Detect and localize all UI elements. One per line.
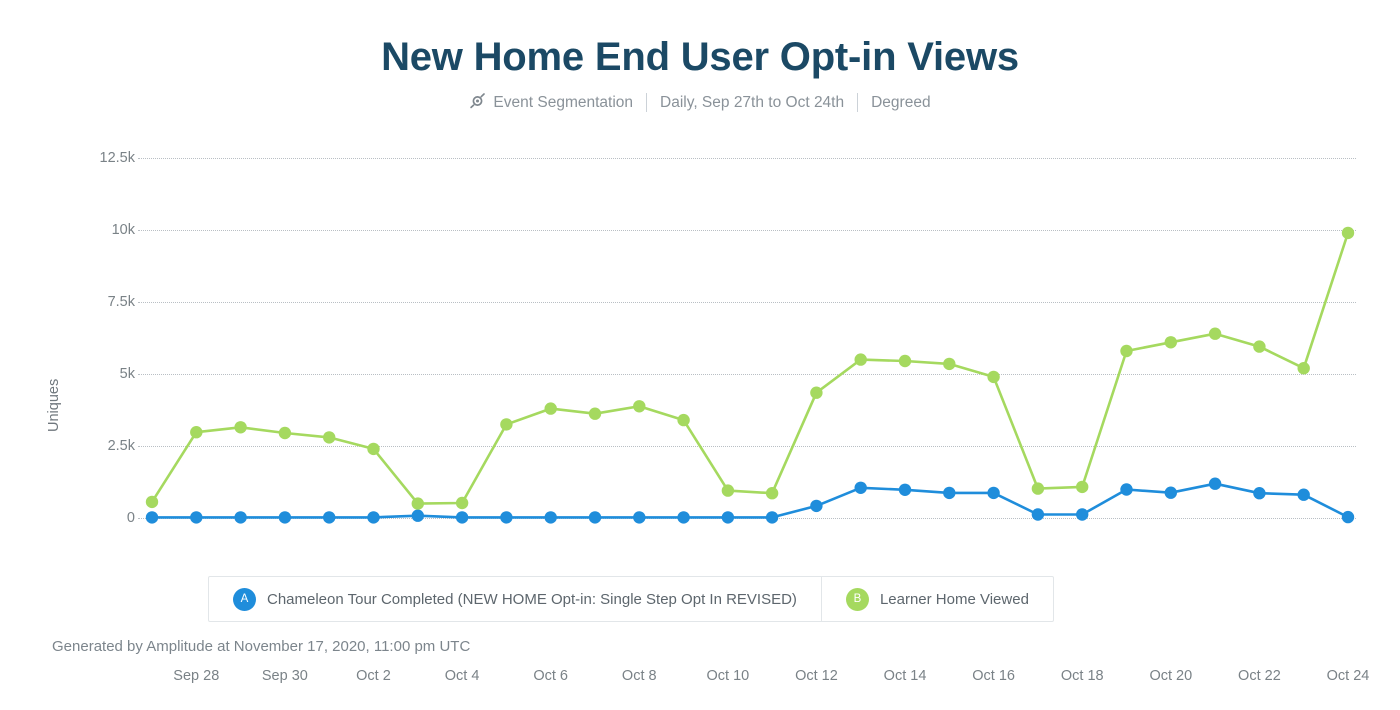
chart-page: New Home End User Opt-in Views Event Seg… — [0, 0, 1400, 710]
chart-subtitle: Event Segmentation Daily, Sep 27th to Oc… — [0, 92, 1400, 113]
data-point[interactable] — [721, 484, 735, 497]
x-tick-label: Sep 28 — [173, 668, 220, 684]
x-tick-label: Sep 30 — [261, 668, 308, 684]
data-point[interactable] — [1341, 226, 1355, 240]
x-tick-label: Oct 2 — [356, 668, 391, 684]
data-point[interactable] — [1031, 482, 1045, 495]
data-point[interactable] — [765, 511, 779, 524]
data-point[interactable] — [1253, 340, 1266, 353]
x-tick-label: Oct 14 — [883, 668, 927, 684]
data-point[interactable] — [633, 511, 646, 524]
data-point[interactable] — [588, 511, 602, 524]
data-point[interactable] — [943, 357, 956, 371]
x-tick-label: Oct 10 — [706, 668, 750, 684]
data-point[interactable] — [898, 483, 912, 496]
x-tick-label: Oct 16 — [972, 668, 1015, 684]
page-title: New Home End User Opt-in Views — [381, 35, 1019, 79]
generated-footer: Generated by Amplitude at November 17, 2… — [52, 638, 471, 655]
chart-header: New Home End User Opt-in Views Event Seg… — [0, 0, 1400, 113]
data-point[interactable] — [810, 386, 823, 399]
data-point[interactable] — [411, 497, 424, 510]
x-tick-label: Oct 18 — [1060, 668, 1104, 684]
data-point[interactable] — [987, 370, 1000, 384]
data-point[interactable] — [1031, 508, 1045, 521]
series-a — [145, 477, 1355, 524]
data-point[interactable] — [1120, 483, 1133, 496]
data-point[interactable] — [234, 511, 247, 524]
data-point[interactable] — [323, 511, 336, 524]
subtitle-project-name: Degreed — [871, 93, 931, 111]
data-point[interactable] — [323, 431, 336, 444]
chart-legend: A Chameleon Tour Completed (NEW HOME Opt-… — [208, 576, 1054, 622]
legend-badge: A — [233, 587, 256, 611]
series-lines — [145, 226, 1355, 524]
data-point[interactable] — [234, 421, 247, 434]
data-point[interactable] — [1076, 480, 1089, 494]
legend-item-b[interactable]: B Learner Home Viewed — [820, 577, 1053, 621]
data-point[interactable] — [987, 486, 1000, 500]
data-point[interactable] — [1341, 510, 1355, 524]
data-point[interactable] — [677, 413, 690, 427]
x-tick-label: Oct 22 — [1238, 668, 1281, 684]
data-point[interactable] — [1297, 488, 1310, 501]
data-point[interactable] — [544, 402, 557, 415]
data-point[interactable] — [500, 418, 513, 431]
data-point[interactable] — [1120, 344, 1133, 358]
data-point[interactable] — [367, 511, 380, 524]
data-point[interactable] — [190, 426, 203, 439]
data-point[interactable] — [411, 509, 424, 522]
data-point[interactable] — [633, 400, 646, 413]
event-segmentation-icon — [469, 92, 486, 113]
data-point[interactable] — [455, 496, 469, 510]
data-point[interactable] — [854, 353, 867, 366]
data-point[interactable] — [1076, 508, 1089, 521]
data-point[interactable] — [145, 511, 159, 524]
data-point[interactable] — [1164, 486, 1178, 499]
data-point[interactable] — [588, 407, 602, 420]
legend-item-a[interactable]: A Chameleon Tour Completed (NEW HOME Opt-… — [209, 577, 821, 621]
data-point[interactable] — [1253, 487, 1266, 500]
data-point[interactable] — [1208, 327, 1222, 340]
data-point[interactable] — [1164, 336, 1178, 349]
data-point[interactable] — [190, 511, 203, 524]
x-tick-label: Oct 24 — [1326, 668, 1370, 684]
data-point[interactable] — [898, 354, 912, 368]
x-tick-label: Oct 8 — [621, 668, 657, 684]
x-tick-label: Oct 4 — [444, 668, 480, 684]
data-point[interactable] — [544, 511, 557, 524]
data-point[interactable] — [500, 511, 513, 524]
series-line — [150, 231, 1350, 505]
series-b — [145, 226, 1355, 510]
data-point[interactable] — [1208, 477, 1222, 490]
x-tick-label: Oct 20 — [1149, 668, 1193, 684]
x-tick-label: Oct 6 — [533, 668, 568, 684]
subtitle-segment-label: Event Segmentation — [493, 93, 634, 111]
subtitle-segment-type: Event Segmentation — [456, 92, 646, 113]
data-point[interactable] — [1297, 362, 1310, 375]
data-point[interactable] — [721, 511, 735, 524]
data-point[interactable] — [145, 495, 159, 509]
data-point[interactable] — [765, 487, 779, 500]
data-point[interactable] — [278, 426, 292, 440]
subtitle-date-range: Daily, Sep 27th to Oct 24th — [660, 93, 845, 111]
data-point[interactable] — [810, 499, 823, 513]
data-point[interactable] — [455, 511, 469, 524]
legend-badge: B — [845, 587, 869, 611]
x-tick-label: Oct 12 — [795, 668, 838, 684]
data-point[interactable] — [854, 481, 867, 494]
data-point[interactable] — [278, 511, 292, 524]
legend-label: Chameleon Tour Completed (NEW HOME Opt-i… — [267, 590, 797, 608]
data-point[interactable] — [943, 486, 956, 500]
legend-label: Learner Home Viewed — [879, 590, 1029, 608]
chart-plot-area: Uniques 0 2.5k 5k 7.5k 10k 12.5k Sep 28 Sep 30… — [0, 140, 1400, 684]
data-point[interactable] — [367, 442, 380, 456]
data-point[interactable] — [677, 511, 690, 524]
